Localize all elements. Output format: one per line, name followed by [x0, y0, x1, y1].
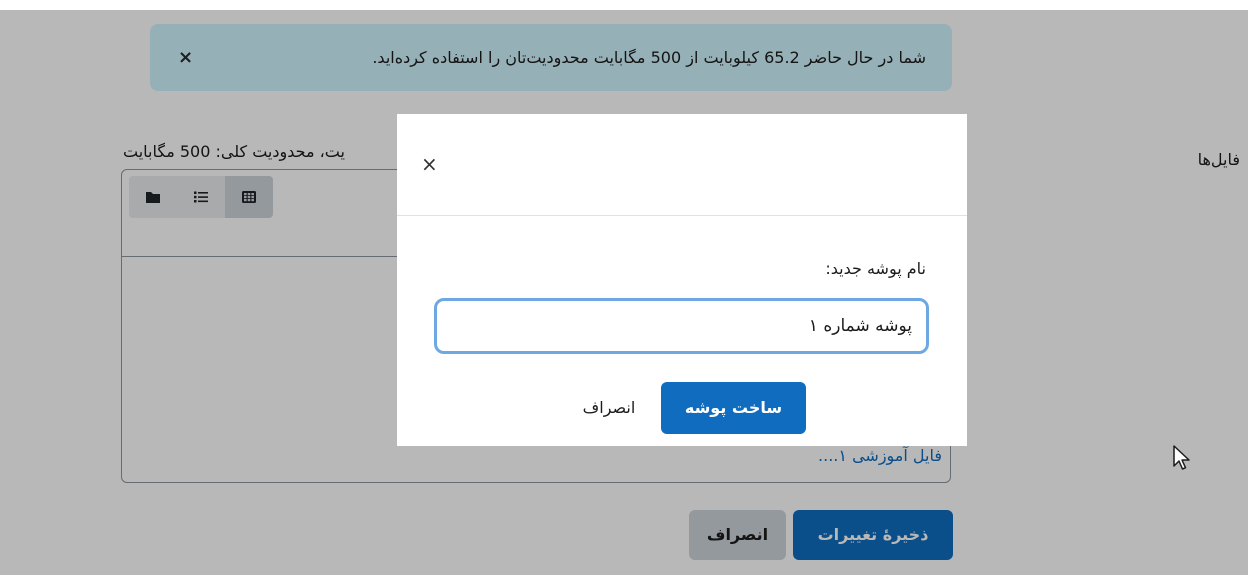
new-folder-label: نام پوشه جدید:: [825, 259, 926, 278]
new-folder-dialog: × نام پوشه جدید: ساخت پوشه انصراف: [397, 114, 967, 446]
create-folder-button[interactable]: ساخت پوشه: [661, 382, 806, 434]
folder-name-input[interactable]: [434, 298, 929, 354]
modal-header-divider: [397, 215, 967, 216]
top-strip: [0, 0, 1248, 10]
modal-close-icon[interactable]: ×: [421, 152, 438, 176]
modal-cancel-button[interactable]: انصراف: [573, 382, 645, 434]
mouse-pointer-icon: [1172, 444, 1194, 476]
